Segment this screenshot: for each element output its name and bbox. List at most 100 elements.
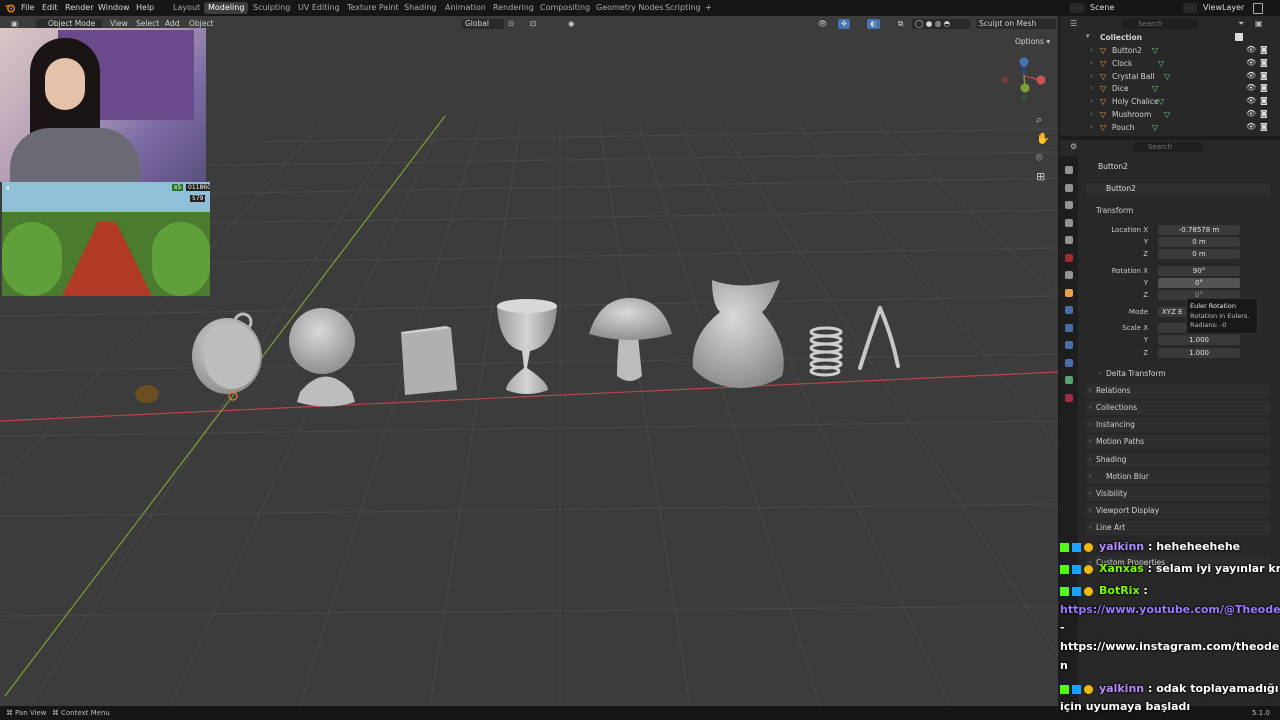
options-button[interactable]: Options ▾ [1012,37,1053,47]
outliner-item[interactable]: › ▽ Button2 ▽ 👁 ◙ [1086,45,1276,57]
rotation-x-field[interactable]: 90° [1158,266,1240,276]
add-workspace-button[interactable]: + [705,3,712,12]
crystal-ball-object[interactable] [289,308,355,407]
chat-text[interactable]: https://www.youtube.com/@Theoderin [1060,603,1280,616]
spring-object[interactable] [809,326,843,377]
xray-icon[interactable]: ⧉ [895,19,906,29]
physics-icon[interactable] [1065,341,1073,349]
outliner-expand-icon[interactable]: › [1090,46,1093,54]
camera-render-icon[interactable]: ◙ [1260,122,1268,131]
eye-icon[interactable]: 👁 [1246,109,1256,118]
tab-sculpting[interactable]: Sculpting [253,3,290,12]
camera-render-icon[interactable]: ◙ [1260,71,1268,80]
tab-geometry-nodes[interactable]: Geometry Nodes [596,3,663,12]
scene-icon[interactable] [1070,3,1084,13]
wishbone-object[interactable] [858,306,900,370]
scene-name[interactable]: Scene [1090,3,1114,12]
outliner-expand-icon[interactable]: › [1090,59,1093,67]
clock-object[interactable] [192,312,262,394]
navigation-gizmo[interactable] [998,54,1054,110]
panel-header[interactable]: › Viewport Display [1086,504,1270,518]
eye-icon[interactable]: 👁 [1246,83,1256,92]
chalice-object[interactable] [497,299,557,394]
scale-z-field[interactable]: 1.000 [1158,348,1240,358]
tab-modeling[interactable]: Modeling [204,2,249,14]
view-layer-icon[interactable] [1065,218,1073,227]
object-props-icon[interactable] [1065,288,1073,297]
panel-header[interactable]: › Collections [1086,401,1270,415]
transform-orientation-dropdown[interactable]: Global [462,19,504,29]
mushroom-object[interactable] [589,298,672,381]
overlays-toggle-icon[interactable]: ◐ [867,19,880,29]
button-object[interactable] [135,385,159,403]
collection-row[interactable]: Collection [1100,32,1142,44]
shading-modes[interactable]: ◯ ● ◍ ◓ [912,19,970,29]
blender-logo-icon[interactable] [5,3,16,13]
menu-help[interactable]: Help [136,3,154,12]
camera-view-icon[interactable]: ⌾ [1036,151,1043,165]
outliner-item[interactable]: › ▽ Dice ▽ 👁 ◙ [1086,83,1276,95]
world-icon[interactable] [1065,253,1073,262]
location-x-field[interactable]: -0.78578 m [1158,225,1240,235]
tab-animation[interactable]: Animation [445,3,486,12]
outliner-item[interactable]: › ▽ Crystal Ball ▽ 👁 ◙ [1086,71,1276,83]
particles-icon[interactable] [1065,323,1073,332]
panel-header[interactable]: › Motion Paths [1086,435,1270,449]
object-datablock-field[interactable]: Button2 [1086,183,1270,195]
outliner-item[interactable]: › ▽ Clock ▽ 👁 ◙ [1086,58,1276,70]
visibility-icon[interactable]: 👁 [815,19,831,29]
eye-icon[interactable]: 👁 [1246,122,1256,131]
snap-icon[interactable]: ⊡ [527,19,539,29]
proportional-edit-icon[interactable]: ◉ [565,19,578,29]
gizmo-toggle-icon[interactable]: ✥ [838,19,851,29]
location-z-field[interactable]: 0 m [1158,249,1240,259]
tab-rendering[interactable]: Rendering [493,3,534,12]
tab-scripting[interactable]: Scripting [665,3,701,12]
tab-compositing[interactable]: Compositing [540,3,590,12]
new-collection-icon[interactable]: ▣ [1255,19,1263,28]
view-layer-name[interactable]: ViewLayer [1203,3,1244,12]
panel-header[interactable]: › Motion Blur [1086,470,1270,484]
render-icon[interactable] [1065,183,1073,192]
camera-render-icon[interactable]: ◙ [1260,96,1268,105]
dice-object[interactable] [401,326,457,395]
properties-editor-icon[interactable]: ⚙ [1070,142,1077,151]
tab-texture-paint[interactable]: Texture Paint [347,3,399,12]
transform-panel-header[interactable]: Transform [1086,204,1270,218]
pan-hand-icon[interactable]: ✋ [1036,132,1050,145]
outliner-item[interactable]: › ▽ Holy Chalice ▽ 👁 ◙ [1086,96,1276,108]
outliner-editor-icon[interactable]: ☰ [1070,19,1077,28]
constraints-icon[interactable] [1065,358,1073,367]
location-y-field[interactable]: 0 m [1158,237,1240,247]
collection-chevron-icon[interactable]: ▾ [1086,32,1090,40]
menu-file[interactable]: File [21,3,34,12]
output-icon[interactable] [1065,201,1073,209]
pivot-icon[interactable]: ⊙ [505,19,517,29]
eye-icon[interactable]: 👁 [1246,71,1256,80]
scale-y-field[interactable]: 1.000 [1158,335,1240,345]
data-icon[interactable] [1065,376,1073,384]
outliner-expand-icon[interactable]: › [1090,97,1093,105]
scene-props-icon[interactable] [1065,236,1073,244]
camera-render-icon[interactable]: ◙ [1260,45,1268,54]
menu-edit[interactable]: Edit [42,3,58,12]
view-layer-icon[interactable] [1183,3,1197,13]
modifier-icon[interactable] [1065,306,1073,314]
tool-icon[interactable] [1065,166,1073,174]
tab-layout[interactable]: Layout [173,3,200,12]
copy-icon[interactable] [1253,3,1263,14]
sculpt-on-mesh-button[interactable]: Sculpt on Mesh [976,19,1056,29]
panel-header[interactable]: › Relations [1086,384,1270,398]
collection-checkbox[interactable] [1235,33,1243,41]
collection-icon[interactable] [1065,271,1073,279]
panel-header[interactable]: › Visibility [1086,487,1270,501]
outliner-item[interactable]: › ▽ Pouch ▽ 👁 ◙ [1086,122,1276,134]
outliner-item[interactable]: › ▽ Mushroom ▽ 👁 ◙ [1086,109,1276,121]
ortho-grid-icon[interactable]: ⊞ [1036,170,1045,183]
panel-header[interactable]: › Shading [1086,453,1270,467]
outliner-search-input[interactable]: Search [1122,19,1198,29]
rotation-y-field[interactable]: 0° [1158,278,1240,288]
panel-header[interactable]: › Line Art [1086,521,1270,535]
tab-shading[interactable]: Shading [404,3,437,12]
game-pause-icon[interactable]: ⏸ [6,184,10,193]
